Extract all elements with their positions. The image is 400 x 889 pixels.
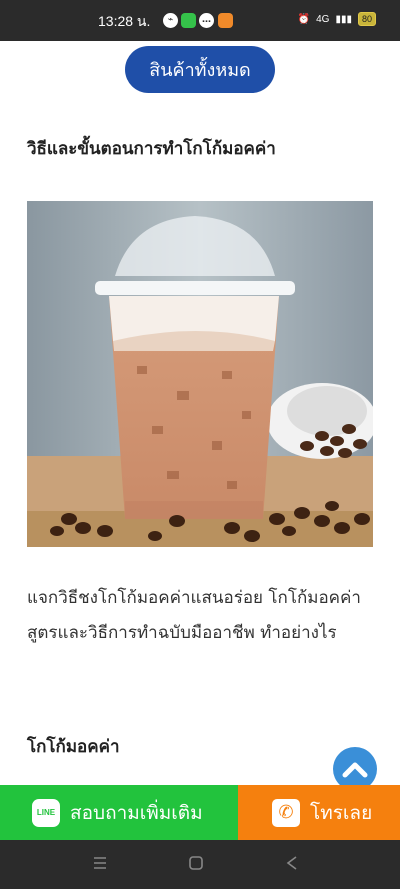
nav-menu-icon[interactable] (92, 855, 108, 871)
nav-home-icon[interactable] (188, 855, 204, 871)
line-inquiry-button[interactable]: LINE สอบถามเพิ่มเติม (0, 785, 238, 840)
page-content: สินค้าทั้งหมด วิธีและขั้นตอนการทำโกโก้มอ… (0, 41, 400, 785)
chat-icon: … (199, 13, 214, 28)
line-logo-text: LINE (36, 808, 56, 817)
system-nav-bar (0, 840, 400, 889)
status-bar: 13:28 น. ⌁ … ⏰ 4G ▮▮▮ 80 (0, 0, 400, 41)
messenger-icon: ⌁ (163, 13, 178, 28)
scroll-to-top-button[interactable] (333, 747, 377, 785)
alarm-icon: ⏰ (297, 13, 311, 25)
line-inquiry-label: สอบถามเพิ่มเติม (70, 801, 203, 824)
call-now-button[interactable]: ✆ โทรเลย (238, 785, 400, 840)
line-icon (181, 13, 196, 28)
phone-icon: ✆ (272, 798, 300, 827)
article-paragraph: แจกวิธีชงโกโก้มอคค่าแสนอร่อย โกโก้มอคค่า… (27, 588, 361, 643)
battery-icon: 80 (357, 12, 376, 26)
mocha-drink-photo (27, 201, 373, 547)
nav-back-icon[interactable] (284, 855, 300, 871)
section-title: วิธีและขั้นตอนการทำโกโก้มอคค่า (27, 139, 276, 159)
network-type: 4G (316, 13, 330, 25)
call-now-label: โทรเลย (310, 801, 373, 824)
all-products-button[interactable]: สินค้าทั้งหมด (125, 46, 275, 93)
line-logo-icon: LINE (32, 798, 60, 827)
subheading: โกโก้มอคค่า (27, 737, 120, 757)
signal-icon: ▮▮▮ (335, 13, 352, 25)
chevron-up-icon (342, 762, 368, 778)
app-icon (218, 13, 233, 28)
status-time: 13:28 น. (98, 13, 151, 29)
